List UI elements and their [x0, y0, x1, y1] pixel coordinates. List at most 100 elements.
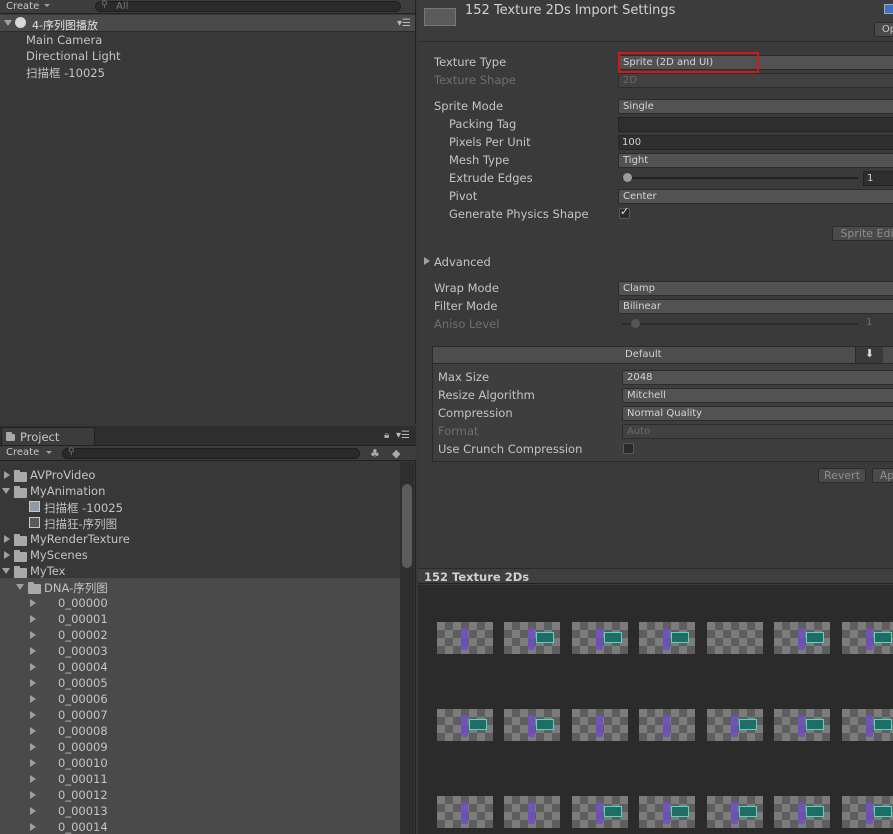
expand-arrow-icon[interactable] [30, 663, 36, 671]
expand-arrow-icon[interactable] [30, 647, 36, 655]
expand-arrow-icon[interactable] [30, 727, 36, 735]
expand-arrow-icon[interactable] [30, 775, 36, 783]
max-size-dropdown[interactable]: 2048 [622, 370, 893, 385]
packing-tag-input[interactable] [618, 117, 893, 132]
menu-icon[interactable]: ▾☰ [396, 430, 410, 441]
tree-item-scan-sequence[interactable]: 扫描狂-序列图 [44, 516, 117, 532]
hierarchy-create-button[interactable]: Create [0, 0, 52, 13]
tree-item-sprite[interactable]: 0_00001 [58, 612, 108, 626]
sprite-mode-dropdown[interactable]: Single [618, 99, 893, 114]
tree-item-myanimation[interactable]: MyAnimation [30, 484, 105, 498]
extrude-edges-slider-knob[interactable] [623, 173, 632, 182]
tree-item-myrendertexture[interactable]: MyRenderTexture [30, 532, 130, 546]
collapse-arrow-icon[interactable] [2, 568, 10, 574]
animation-clip-icon [29, 517, 40, 528]
tree-item-sprite[interactable]: 0_00010 [58, 756, 108, 770]
tree-item-sprite[interactable]: 0_00011 [58, 772, 108, 786]
chevron-down-icon [46, 451, 52, 454]
project-search-input[interactable]: ⚲ [62, 448, 360, 459]
texture-thumbnail [572, 796, 628, 828]
filter-by-label-icon[interactable]: ◆ [392, 447, 400, 460]
expand-arrow-icon[interactable] [30, 759, 36, 767]
tree-item-sprite[interactable]: 0_00008 [58, 724, 108, 738]
expand-arrow-icon[interactable] [30, 631, 36, 639]
platform-tab-default[interactable]: Default ⬇ [432, 346, 893, 364]
wrap-mode-label: Wrap Mode [434, 281, 499, 295]
pivot-label: Pivot [449, 189, 478, 203]
expand-arrow-icon[interactable] [4, 471, 10, 479]
tree-item-sprite[interactable]: 0_00006 [58, 692, 108, 706]
tree-item-mytex[interactable]: MyTex [30, 564, 65, 578]
tree-item-sprite[interactable]: 0_00005 [58, 676, 108, 690]
hierarchy-item-directional-light[interactable]: Directional Light [26, 49, 121, 63]
hierarchy-search-input[interactable]: ⚲ All [95, 1, 401, 12]
texture-thumbnail [774, 622, 830, 654]
scene-header[interactable]: 4-序列图播放 ▾☰ [0, 15, 415, 32]
expand-arrow-icon[interactable] [30, 695, 36, 703]
expand-arrow-icon[interactable] [4, 551, 10, 559]
scrollbar-thumb[interactable] [402, 484, 412, 568]
tree-item-sprite[interactable]: 0_00007 [58, 708, 108, 722]
collapse-arrow-icon[interactable] [2, 488, 10, 494]
lock-icon[interactable]: 🔒︎ [384, 430, 389, 441]
tree-item-sprite[interactable]: 0_00014 [58, 820, 108, 834]
tree-item-scan-frame[interactable]: 扫描框 -10025 [44, 500, 123, 516]
generate-physics-shape-checkbox[interactable]: ✓ [619, 205, 630, 219]
extrude-edges-slider[interactable] [622, 177, 858, 179]
tree-item-myscenes[interactable]: MyScenes [30, 548, 88, 562]
menu-icon[interactable]: ▾☰ [397, 18, 411, 29]
extrude-edges-input[interactable]: 1 [863, 171, 893, 186]
resize-algorithm-dropdown[interactable]: Mitchell [622, 388, 893, 403]
texture-asset-icon [424, 8, 456, 26]
project-scrollbar[interactable] [400, 462, 414, 834]
tree-item-sprite[interactable]: 0_00003 [58, 644, 108, 658]
expand-arrow-icon[interactable] [424, 257, 430, 265]
expand-arrow-icon[interactable] [30, 791, 36, 799]
expand-arrow-icon[interactable] [30, 743, 36, 751]
texture-thumbnail [504, 709, 560, 741]
tab-project[interactable]: Project [1, 427, 95, 445]
texture-thumbnail [639, 796, 695, 828]
folder-icon [28, 582, 41, 594]
expand-arrow-icon[interactable] [30, 615, 36, 623]
wrap-mode-dropdown[interactable]: Clamp [618, 281, 893, 296]
hierarchy-item-scan-frame[interactable]: 扫描框 -10025 [26, 65, 105, 81]
expand-arrow-icon[interactable] [30, 823, 36, 831]
tree-item-sprite[interactable]: 0_00012 [58, 788, 108, 802]
filter-mode-dropdown[interactable]: Bilinear [618, 299, 893, 314]
tree-item-sprite[interactable]: 0_00002 [58, 628, 108, 642]
preview-header[interactable]: 152 Texture 2Ds [418, 568, 893, 584]
revert-button[interactable]: Revert [818, 468, 866, 483]
tree-item-sprite[interactable]: 0_00009 [58, 740, 108, 754]
collapse-arrow-icon[interactable] [4, 20, 12, 26]
open-button[interactable]: Op [874, 22, 893, 37]
tree-item-sprite[interactable]: 0_00000 [58, 596, 108, 610]
expand-arrow-icon[interactable] [30, 807, 36, 815]
filter-mode-label: Filter Mode [434, 299, 498, 313]
expand-arrow-icon[interactable] [30, 599, 36, 607]
mesh-type-dropdown[interactable]: Tight [618, 153, 893, 168]
advanced-foldout[interactable]: Advanced [434, 255, 491, 269]
download-icon[interactable]: ⬇ [855, 347, 883, 363]
filter-by-type-icon[interactable]: ♣ [370, 447, 380, 460]
hierarchy-item-main-camera[interactable]: Main Camera [26, 33, 102, 47]
tree-item-sprite[interactable]: 0_00013 [58, 804, 108, 818]
platform-label: Default [625, 349, 662, 360]
tree-item-sprite[interactable]: 0_00004 [58, 660, 108, 674]
pivot-dropdown[interactable]: Center [618, 189, 893, 204]
expand-arrow-icon[interactable] [4, 535, 10, 543]
use-crunch-compression-checkbox[interactable] [623, 443, 634, 454]
sprite-editor-button[interactable]: Sprite Edi [832, 226, 893, 241]
hierarchy-create-label: Create [6, 1, 40, 12]
expand-arrow-icon[interactable] [30, 679, 36, 687]
expand-arrow-icon[interactable] [30, 711, 36, 719]
compression-dropdown[interactable]: Normal Quality [622, 406, 893, 421]
project-tab-label: Project [20, 430, 60, 444]
collapse-arrow-icon[interactable] [16, 584, 24, 590]
tree-item-dna-sequence[interactable]: DNA-序列图 [44, 580, 108, 596]
pixels-per-unit-input[interactable]: 100 [618, 135, 893, 150]
help-icon[interactable] [884, 4, 893, 14]
apply-button[interactable]: Ap [872, 468, 893, 483]
project-create-button[interactable]: Create [0, 446, 58, 459]
tree-item-avprovideo[interactable]: AVProVideo [30, 468, 95, 482]
